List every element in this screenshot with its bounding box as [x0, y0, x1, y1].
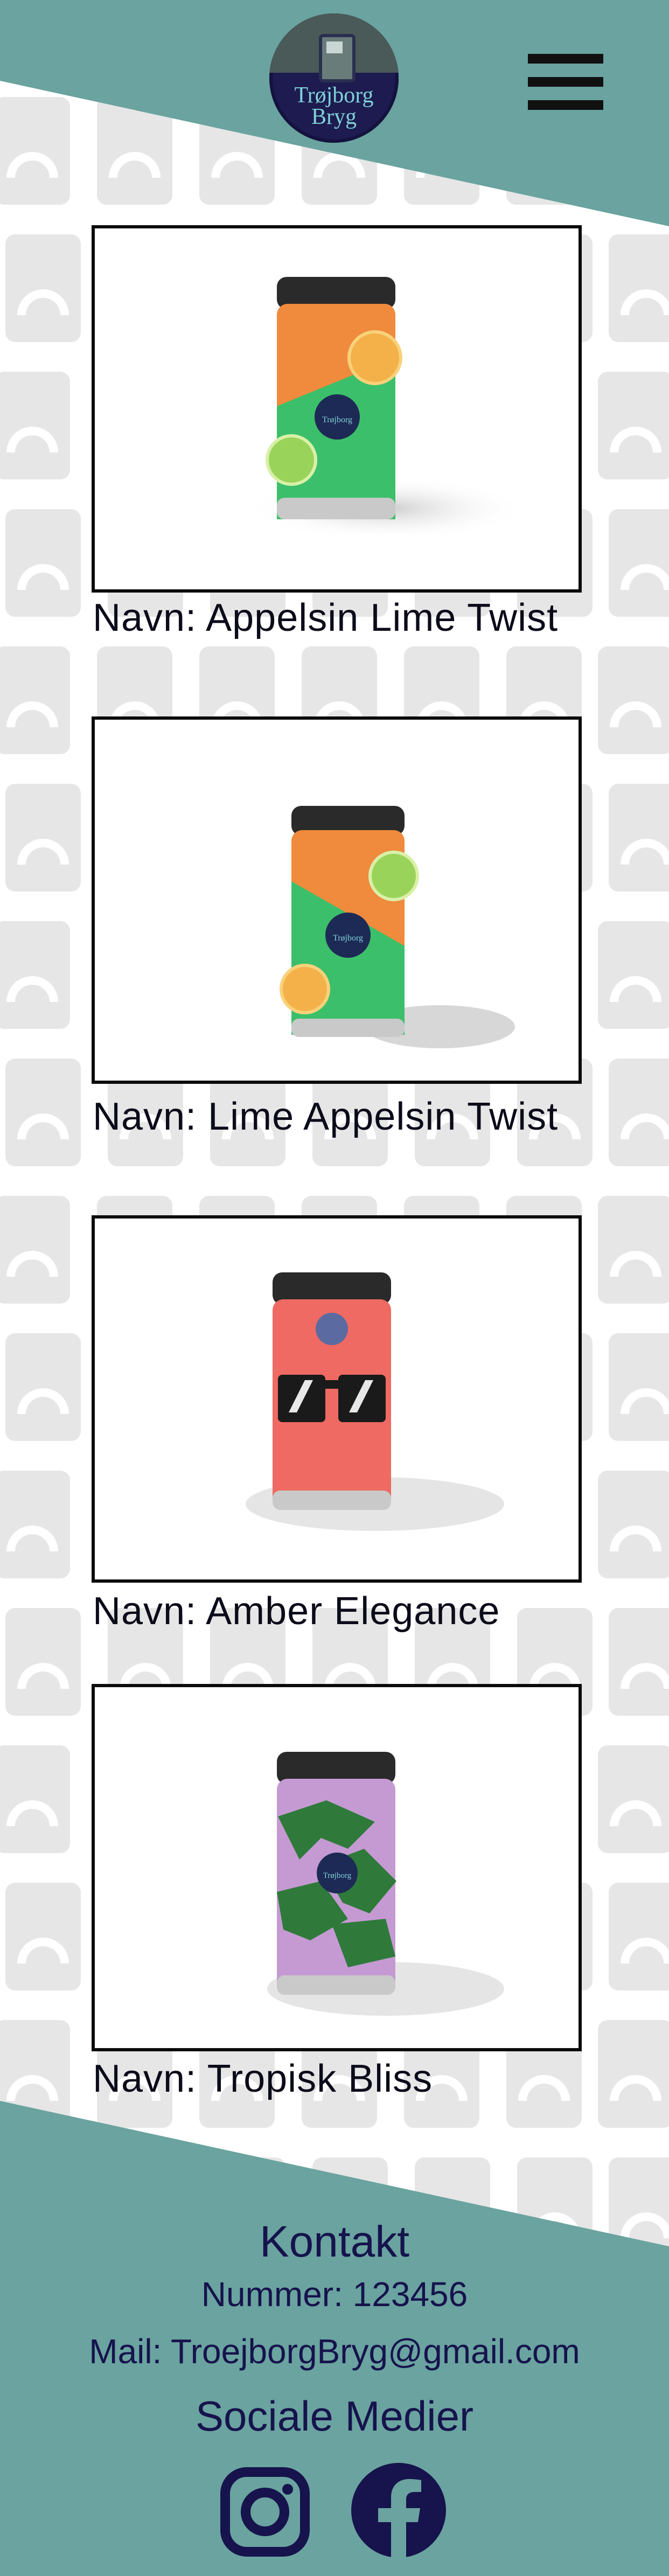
social-heading: Sociale Medier	[196, 2392, 473, 2440]
svg-text:Trøjborg: Trøjborg	[322, 415, 352, 424]
contact-heading: Kontakt	[259, 2217, 410, 2266]
pattern-can-shape	[609, 1608, 669, 1716]
can-logo-icon	[319, 34, 356, 82]
svg-text:Trøjborg: Trøjborg	[333, 934, 363, 943]
pattern-can-shape	[5, 784, 81, 892]
pattern-can-shape	[5, 1608, 81, 1716]
pattern-can-shape	[5, 1883, 81, 1990]
hamburger-menu-icon[interactable]	[528, 54, 603, 110]
pattern-can-shape	[0, 372, 70, 479]
pattern-can-shape	[598, 1471, 669, 1578]
product-image-frame[interactable]: Trøjborg	[92, 716, 582, 1084]
pattern-can-shape	[0, 921, 70, 1029]
contact-mail[interactable]: Mail: TroejborgBryg@gmail.com	[0, 2331, 669, 2371]
pattern-can-shape	[5, 1333, 81, 1441]
pattern-can-shape	[609, 234, 669, 342]
pattern-can-shape	[609, 784, 669, 892]
logo-text-line2: Bryg	[311, 105, 357, 129]
pattern-can-shape	[598, 372, 669, 479]
product-image-frame[interactable]: Trøjborg	[92, 225, 582, 593]
product-name: Navn: Lime Appelsin Twist	[93, 1095, 559, 1138]
orange-green-citrus-can: Trøjborg	[246, 277, 526, 541]
product-image-frame[interactable]	[92, 1215, 582, 1583]
contact-phone: Nummer: 123456	[201, 2275, 468, 2314]
orange-green-lime-can: Trøjborg	[280, 806, 515, 1048]
red-sunglasses-can	[246, 1272, 504, 1531]
pattern-can-shape	[0, 1471, 70, 1578]
pattern-can-shape	[609, 1059, 669, 1166]
pattern-can-shape	[0, 1196, 70, 1304]
pattern-can-shape	[609, 509, 669, 617]
pattern-can-shape	[598, 1745, 669, 1853]
pattern-can-shape	[609, 1883, 669, 1990]
product-name: Navn: Amber Elegance	[93, 1590, 500, 1633]
logo-text-line1: Trøjborg	[294, 83, 374, 108]
pattern-can-shape	[609, 1333, 669, 1441]
pattern-can-shape	[0, 646, 70, 754]
brand-logo[interactable]: Trøjborg Bryg	[269, 13, 399, 143]
product-name: Navn: Tropisk Bliss	[93, 2057, 433, 2100]
pattern-can-shape	[5, 234, 81, 342]
pattern-can-shape	[5, 509, 81, 617]
instagram-icon[interactable]	[218, 2464, 312, 2559]
facebook-icon[interactable]	[350, 2462, 447, 2559]
product-name: Navn: Appelsin Lime Twist	[93, 596, 559, 639]
pattern-can-shape	[0, 1745, 70, 1853]
pattern-can-shape	[598, 646, 669, 754]
pattern-can-shape	[5, 1059, 81, 1166]
product-image-frame[interactable]: Trøjborg	[92, 1684, 582, 2051]
svg-text:Trøjborg: Trøjborg	[323, 1871, 352, 1880]
pattern-can-shape	[598, 1196, 669, 1304]
purple-leaf-can: Trøjborg	[267, 1752, 504, 2016]
pattern-can-shape	[598, 921, 669, 1029]
